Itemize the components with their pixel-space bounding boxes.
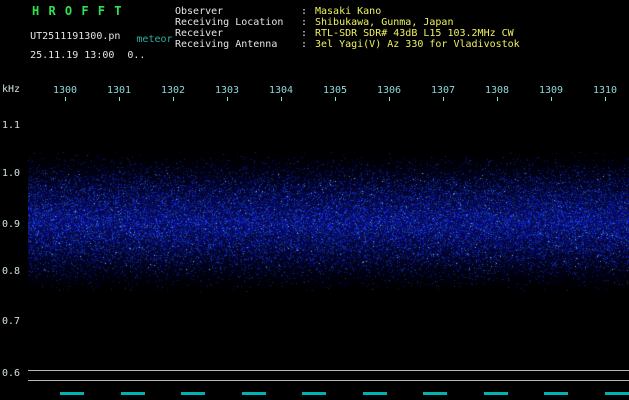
bottom-minute-marker <box>242 392 266 395</box>
x-axis-label: 1307 <box>431 85 455 96</box>
hrofft-screen: H R O F F T UT2511191300.pn meteor 25.11.… <box>0 0 629 400</box>
x-axis-label: 1310 <box>593 85 617 96</box>
x-axis-tick <box>497 97 498 101</box>
x-axis-tick <box>551 97 552 101</box>
bottom-minute-marker <box>60 392 84 395</box>
y-axis-label: 0.6 <box>2 368 20 379</box>
bottom-minute-marker <box>302 392 326 395</box>
y-axis-label: 1.0 <box>2 168 20 179</box>
x-axis-label: 1302 <box>161 85 185 96</box>
x-axis-label: 1303 <box>215 85 239 96</box>
y-axis-label: 0.8 <box>2 266 20 277</box>
bottom-minute-marker <box>363 392 387 395</box>
y-axis-label: 1.1 <box>2 120 20 131</box>
noise-band-canvas <box>28 152 629 292</box>
x-axis-tick <box>119 97 120 101</box>
x-axis-tick <box>335 97 336 101</box>
y-axis-label: kHz <box>2 84 20 95</box>
x-axis-label: 1304 <box>269 85 293 96</box>
x-axis-label: 1306 <box>377 85 401 96</box>
bottom-minute-marker <box>181 392 205 395</box>
x-axis-tick <box>65 97 66 101</box>
signal-level-strip <box>28 370 629 381</box>
x-axis-tick <box>443 97 444 101</box>
x-axis-tick <box>281 97 282 101</box>
x-axis-label: 1308 <box>485 85 509 96</box>
bottom-minute-marker <box>544 392 568 395</box>
spectrogram-plot: 1300 1301 1302 1303 1304 1305 1306 1307 1308 1309… <box>0 0 629 400</box>
x-axis-tick <box>173 97 174 101</box>
bottom-minute-marker <box>121 392 145 395</box>
x-axis-tick <box>605 97 606 101</box>
x-axis-tick <box>227 97 228 101</box>
y-axis-label: 0.7 <box>2 316 20 327</box>
bottom-minute-marker <box>484 392 508 395</box>
x-axis-label: 1309 <box>539 85 563 96</box>
y-axis-label: 0.9 <box>2 219 20 230</box>
x-axis-label: 1305 <box>323 85 347 96</box>
x-axis-label: 1300 <box>53 85 77 96</box>
bottom-minute-marker <box>423 392 447 395</box>
x-axis-tick <box>389 97 390 101</box>
bottom-minute-marker <box>605 392 629 395</box>
x-axis-label: 1301 <box>107 85 131 96</box>
